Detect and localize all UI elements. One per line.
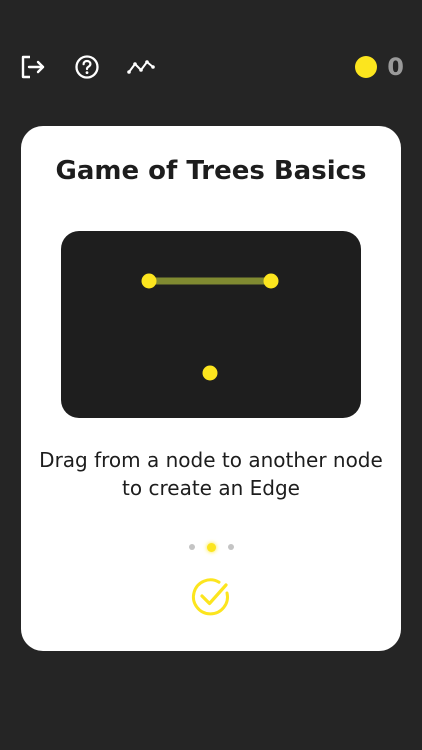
exit-button[interactable]: [18, 52, 48, 82]
coin-counter: 0: [355, 52, 404, 82]
help-button[interactable]: [72, 52, 102, 82]
stats-icon: [127, 60, 155, 74]
page-dot-2[interactable]: [206, 542, 216, 552]
instruction-text: Drag from a node to another node to crea…: [39, 448, 383, 500]
page-dot-3[interactable]: [227, 544, 234, 550]
coin-icon: [355, 56, 378, 78]
page-dot-1[interactable]: [188, 544, 195, 550]
help-icon: [75, 55, 99, 79]
check-circle-icon: [191, 578, 229, 616]
stats-button[interactable]: [126, 52, 156, 82]
card-title: Game of Trees Basics: [55, 156, 367, 186]
demo-graph: [141, 273, 279, 381]
coin-count: 0: [387, 53, 404, 81]
demo-node-bottom: [202, 365, 218, 381]
confirm-button[interactable]: [190, 576, 232, 618]
demo-node-right: [263, 273, 279, 289]
exit-icon: [21, 55, 45, 79]
page-indicator: [0, 540, 422, 554]
demo-panel: [61, 231, 361, 418]
top-bar: 0: [0, 0, 422, 134]
demo-node-left: [141, 273, 157, 289]
